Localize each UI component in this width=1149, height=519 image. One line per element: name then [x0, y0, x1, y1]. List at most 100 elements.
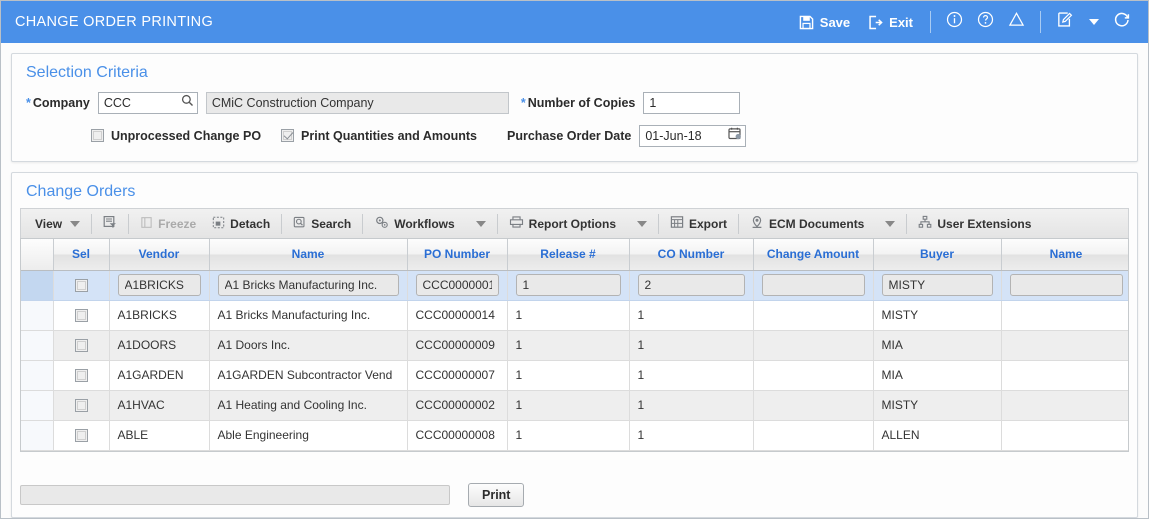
cell-name-input[interactable] [217, 274, 399, 296]
cell-release[interactable] [507, 270, 630, 301]
print-button[interactable]: Print [468, 483, 525, 507]
cell-buyer-name-input[interactable] [1009, 274, 1123, 296]
cell-po-number[interactable]: CCC00000002 [407, 390, 508, 421]
print-quantities-checkbox[interactable]: Print Quantities and Amounts [281, 129, 477, 143]
checkbox-icon[interactable] [74, 399, 88, 413]
warning-button[interactable] [1001, 7, 1032, 37]
cell-co-number-input[interactable] [637, 274, 745, 296]
edit-menu-button[interactable] [1049, 7, 1080, 37]
cell-buyer[interactable]: MIA [873, 330, 1002, 361]
checkbox-icon[interactable] [74, 309, 88, 323]
cell-release[interactable]: 1 [507, 390, 630, 421]
cell-po-number[interactable]: CCC00000009 [407, 330, 508, 361]
cell-change-amount[interactable] [753, 360, 874, 391]
checkbox-icon[interactable] [74, 339, 88, 353]
filter-button[interactable] [95, 212, 125, 235]
export-button[interactable]: Export [662, 212, 735, 235]
cell-vendor[interactable]: A1GARDEN [109, 360, 210, 391]
save-button[interactable]: Save [790, 11, 859, 34]
company-input[interactable] [97, 91, 198, 114]
column-header-buyer[interactable]: Buyer [873, 239, 1002, 271]
cell-buyer-name[interactable] [1001, 270, 1128, 301]
unprocessed-change-po-checkbox[interactable]: Unprocessed Change PO [91, 129, 261, 143]
column-header-vendor[interactable]: Vendor [109, 239, 210, 271]
cell-name[interactable]: A1 Doors Inc. [209, 330, 408, 361]
cell-co-number[interactable]: 1 [629, 420, 754, 451]
table-row[interactable]: ABLE Able Engineering CCC00000008 1 1 ALLEN [21, 420, 1128, 451]
cell-name[interactable] [209, 270, 408, 301]
cell-vendor-input[interactable] [117, 274, 201, 296]
cell-vendor[interactable]: A1BRICKS [109, 300, 210, 331]
cell-name[interactable]: A1 Bricks Manufacturing Inc. [209, 300, 408, 331]
cell-vendor[interactable]: A1HVAC [109, 390, 210, 421]
checkbox-icon[interactable] [91, 129, 104, 142]
view-menu[interactable]: View [27, 214, 88, 234]
cell-buyer[interactable]: ALLEN [873, 420, 1002, 451]
cell-buyer-name[interactable] [1001, 390, 1128, 421]
table-row[interactable]: A1GARDEN A1GARDEN Subcontractor Vend CCC00… [21, 360, 1128, 391]
row-select-checkbox-cell[interactable] [53, 420, 110, 451]
column-header-po-number[interactable]: PO Number [407, 239, 508, 271]
cell-co-number[interactable]: 1 [629, 300, 754, 331]
cell-co-number[interactable] [629, 270, 754, 301]
user-extensions-button[interactable]: User Extensions [910, 212, 1039, 235]
cell-po-number[interactable]: CCC00000007 [407, 360, 508, 391]
checkbox-icon[interactable] [74, 279, 88, 293]
column-header-change-amount[interactable]: Change Amount [753, 239, 874, 271]
search-button[interactable]: Search [285, 213, 359, 235]
info-button[interactable] [939, 7, 970, 37]
cell-release[interactable]: 1 [507, 360, 630, 391]
row-selector-cell[interactable] [21, 270, 54, 301]
cell-po-number[interactable]: CCC00000008 [407, 420, 508, 451]
cell-buyer-name[interactable] [1001, 360, 1128, 391]
cell-release[interactable]: 1 [507, 330, 630, 361]
number-of-copies-input[interactable] [643, 91, 741, 114]
column-header-co-number[interactable]: CO Number [629, 239, 754, 271]
cell-buyer[interactable]: MISTY [873, 300, 1002, 331]
table-row[interactable]: A1HVAC A1 Heating and Cooling Inc. CCC0000… [21, 390, 1128, 421]
column-header-name[interactable]: Name [209, 239, 408, 271]
checkbox-checked-icon[interactable] [281, 129, 295, 142]
row-selector-cell[interactable] [21, 390, 54, 421]
cell-buyer-input[interactable] [881, 274, 993, 296]
cell-buyer[interactable] [873, 270, 1002, 301]
cell-buyer[interactable]: MISTY [873, 390, 1002, 421]
cell-co-number[interactable]: 1 [629, 330, 754, 361]
table-row[interactable] [21, 270, 1128, 301]
cell-release-input[interactable] [515, 274, 621, 296]
cell-change-amount[interactable] [753, 300, 874, 331]
cell-name[interactable]: A1 Heating and Cooling Inc. [209, 390, 408, 421]
exit-button[interactable]: Exit [859, 11, 922, 34]
cell-change-amount[interactable] [753, 270, 874, 301]
cell-vendor[interactable]: A1DOORS [109, 330, 210, 361]
cell-vendor[interactable]: ABLE [109, 420, 210, 451]
cell-buyer-name[interactable] [1001, 300, 1128, 331]
refresh-button[interactable] [1106, 7, 1138, 38]
row-selector-cell[interactable] [21, 300, 54, 331]
cell-change-amount[interactable] [753, 420, 874, 451]
help-button[interactable] [970, 7, 1001, 37]
workflows-menu[interactable]: Workflows [366, 212, 493, 235]
row-selector-cell[interactable] [21, 360, 54, 391]
purchase-order-date-input[interactable] [639, 124, 747, 147]
cell-po-number-input[interactable] [415, 274, 499, 296]
cell-po-number[interactable] [407, 270, 508, 301]
cell-buyer[interactable]: MIA [873, 360, 1002, 391]
column-header-release[interactable]: Release # [507, 239, 630, 271]
edit-menu-caret[interactable] [1080, 15, 1106, 29]
detach-button[interactable]: Detach [204, 213, 278, 235]
row-select-checkbox-cell[interactable] [53, 390, 110, 421]
cell-name[interactable]: Able Engineering [209, 420, 408, 451]
cell-change-amount[interactable] [753, 390, 874, 421]
cell-change-amount-input[interactable] [761, 274, 865, 296]
row-selector-cell[interactable] [21, 330, 54, 361]
cell-buyer-name[interactable] [1001, 330, 1128, 361]
cell-name[interactable]: A1GARDEN Subcontractor Vend [209, 360, 408, 391]
column-header-buyer-name[interactable]: Name [1001, 239, 1128, 271]
row-select-checkbox-cell[interactable] [53, 330, 110, 361]
row-selector-cell[interactable] [21, 420, 54, 451]
cell-po-number[interactable]: CCC00000014 [407, 300, 508, 331]
column-header-sel[interactable]: Sel [53, 239, 110, 271]
table-row[interactable]: A1BRICKS A1 Bricks Manufacturing Inc. CCC0… [21, 300, 1128, 331]
cell-release[interactable]: 1 [507, 300, 630, 331]
